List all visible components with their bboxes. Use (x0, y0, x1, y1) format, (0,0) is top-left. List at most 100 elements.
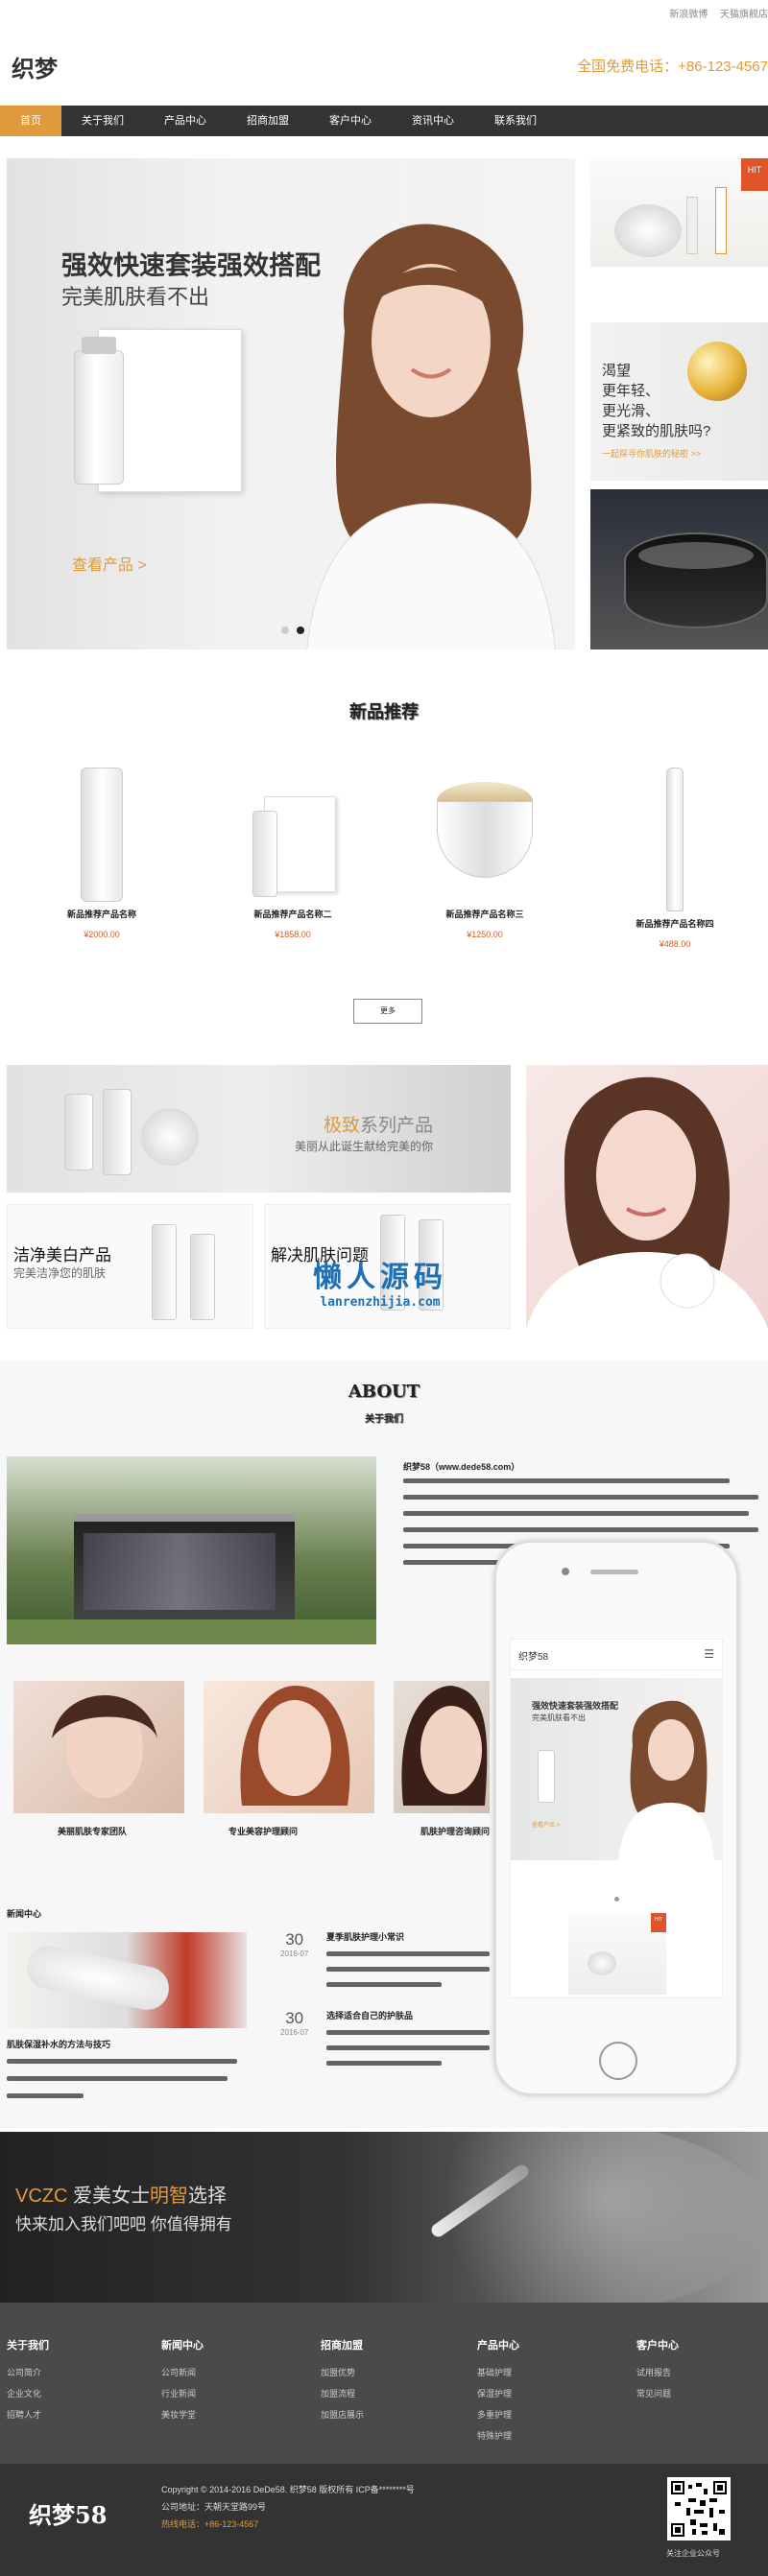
about-subtitle: 关于我们 (365, 1414, 403, 1425)
footer-link[interactable]: 保湿护理 (477, 2387, 519, 2399)
clean-title: 洁净美白产品 (13, 1246, 111, 1264)
series-banner[interactable]: 极致系列产品 美丽从此诞生献给完美的你 (7, 1065, 511, 1193)
watermark: 懒人源码 lanrenzhijia.com (313, 1262, 447, 1310)
footer-bottom: 织梦58 Copyright © 2014-2016 DeDe58. 织梦58 … (0, 2464, 768, 2576)
hero-cta-link[interactable]: 查看产品 > (72, 552, 147, 575)
footer-col-products: 产品中心 基础护理 保湿护理 多重护理 特殊护理 (477, 2340, 519, 2442)
phone-hero[interactable]: 强效快速套装强效搭配 完美肌肤看不出 查看产品 > (511, 1678, 722, 1860)
hero-subtitle: 完美肌肤看不出 (61, 285, 210, 309)
top-links: 新浪微博 天猫旗舰店 (660, 6, 768, 20)
news-label: 新闻中心 (7, 1909, 42, 1919)
products-title: 新品推荐 (349, 702, 419, 721)
tmall-link[interactable]: 天猫旗舰店 (720, 10, 768, 20)
model-photo (306, 224, 556, 650)
site-logo[interactable]: 织梦 (12, 50, 58, 83)
more-products-button[interactable]: 更多 (353, 999, 422, 1024)
footer-col-about: 关于我们 公司简介 企业文化 招聘人才 (7, 2340, 49, 2421)
promo-headline: VCZC 爱美女士明智选择 (15, 2186, 228, 2207)
news-date: 30 2016-07 (280, 1930, 309, 1958)
hit-badge: HIT (741, 158, 768, 191)
clean-banner[interactable]: 洁净美白产品 完美洁净您的肌肤 (7, 1204, 253, 1329)
nav-item-home[interactable]: 首页 (0, 106, 61, 136)
nav-item-franchise[interactable]: 招商加盟 (227, 106, 309, 136)
footer-link[interactable]: 行业新闻 (161, 2387, 204, 2399)
product-price: ¥2000.00 (84, 930, 120, 939)
product-price: ¥1250.00 (467, 930, 503, 939)
series-subtitle: 美丽从此诞生献给完美的你 (295, 1140, 434, 1153)
menu-icon[interactable]: ☰ (704, 1647, 714, 1661)
nav-item-about[interactable]: 关于我们 (61, 106, 144, 136)
nav-item-products[interactable]: 产品中心 (144, 106, 227, 136)
side-banner-3[interactable] (590, 489, 768, 650)
team-caption: 专业美容护理顾问 (228, 1827, 299, 1836)
footer-col-customers: 客户中心 试用报告 常见问题 (636, 2340, 679, 2399)
product-name[interactable]: 新品推荐产品名称 (44, 908, 159, 920)
footer-link[interactable]: 试用报告 (636, 2366, 679, 2378)
side-banner-1[interactable]: HIT (590, 158, 768, 267)
team-photo[interactable] (13, 1681, 184, 1813)
side-banner-2[interactable]: 渴望 更年轻、 更光滑、 更紧致的肌肤吗? 一起探寻你肌肤的秘密 >> (590, 322, 768, 481)
news-item-title[interactable]: 夏季肌肤护理小常识 (326, 1930, 404, 1943)
product-card[interactable]: 新品推荐产品名称三 ¥1250.00 (427, 768, 542, 939)
footer-link[interactable]: 特殊护理 (477, 2429, 519, 2442)
footer-link[interactable]: 常见问题 (636, 2387, 679, 2399)
footer-col-news: 新闻中心 公司新闻 行业新闻 美妆学堂 (161, 2340, 204, 2421)
nav-item-contact[interactable]: 联系我们 (474, 106, 557, 136)
about-building-photo (7, 1456, 376, 1644)
promo-subline: 快来加入我们吧吧 你值得拥有 (15, 2215, 232, 2233)
footer-link[interactable]: 基础护理 (477, 2366, 519, 2378)
news-feature-photo[interactable] (7, 1932, 247, 2028)
weibo-link[interactable]: 新浪微博 (669, 10, 708, 20)
phone-mockup: 织梦58 ☰ 强效快速套装强效搭配 完美肌肤看不出 查看产品 > HIT (493, 1540, 739, 2096)
product-card[interactable]: 新品推荐产品名称 ¥2000.00 (44, 768, 159, 939)
news-item-title[interactable]: 选择适合自己的护肤品 (326, 2009, 413, 2021)
footer-link[interactable]: 加盟流程 (321, 2387, 364, 2399)
footer-col-franchise: 招商加盟 加盟优势 加盟流程 加盟店展示 (321, 2340, 365, 2421)
hero-slider[interactable]: 强效快速套装强效搭配 完美肌肤看不出 查看产品 > (7, 158, 575, 650)
footer-hotline: 热线电话：+86-123-4567 (161, 2519, 259, 2529)
team-caption: 美丽肌肤专家团队 (58, 1827, 128, 1836)
model-banner[interactable] (526, 1065, 768, 1329)
hotline: 全国免费电话：+86-123-4567 (577, 59, 768, 75)
product-price: ¥1858.00 (275, 930, 311, 939)
product-price: ¥488.00 (659, 939, 691, 949)
footer-link[interactable]: 公司简介 (7, 2366, 49, 2378)
clean-subtitle: 完美洁净您的肌肤 (13, 1266, 107, 1280)
footer-link[interactable]: 多重护理 (477, 2408, 519, 2421)
product-name[interactable]: 新品推荐产品名称三 (427, 908, 542, 920)
slider-dot-1[interactable] (281, 626, 289, 634)
phone-screen: 织梦58 ☰ 强效快速套装强效搭配 完美肌肤看不出 查看产品 > HIT (510, 1639, 723, 1998)
footer-link[interactable]: 企业文化 (7, 2387, 49, 2399)
product-name[interactable]: 新品推荐产品名称二 (235, 908, 350, 920)
footer-link[interactable]: 美妆学堂 (161, 2408, 204, 2421)
slider-dot-2[interactable] (297, 626, 304, 634)
side-banner-link[interactable]: 一起探寻你肌肤的秘密 >> (602, 447, 701, 460)
address: 公司地址：天朝天堂路99号 (161, 2502, 267, 2512)
team-photo[interactable] (204, 1681, 374, 1813)
phone-home-button (599, 2042, 637, 2080)
news-feature-title[interactable]: 肌肤保湿补水的方法与技巧 (7, 2038, 110, 2050)
promo-banner[interactable]: VCZC 爱美女士明智选择 快来加入我们吧吧 你值得拥有 (0, 2132, 768, 2303)
phone-logo: 织梦58 (518, 1652, 549, 1663)
footer-link[interactable]: 招聘人才 (7, 2408, 49, 2421)
product-name[interactable]: 新品推荐产品名称四 (617, 917, 732, 930)
footer: 关于我们 公司简介 企业文化 招聘人才 新闻中心 公司新闻 行业新闻 美妆学堂 … (0, 2303, 768, 2576)
qr-caption: 关注企业公众号 (666, 2549, 720, 2558)
nav-item-customers[interactable]: 客户中心 (309, 106, 392, 136)
about-title: ABOUT (348, 1382, 420, 1402)
hero-title: 强效快速套装强效搭配 (61, 251, 321, 280)
nav-item-news[interactable]: 资讯中心 (392, 106, 474, 136)
qr-code-image (667, 2477, 731, 2541)
main-nav: 首页 关于我们 产品中心 招商加盟 客户中心 资讯中心 联系我们 (0, 106, 768, 136)
copyright: Copyright © 2014-2016 DeDe58. 织梦58 版权所有 … (161, 2485, 415, 2494)
footer-link[interactable]: 公司新闻 (161, 2366, 204, 2378)
footer-link[interactable]: 加盟店展示 (321, 2408, 364, 2421)
product-card[interactable]: 新品推荐产品名称四 ¥488.00 (617, 768, 732, 949)
team-photo[interactable] (394, 1681, 490, 1813)
model-banner-photo (526, 1076, 768, 1329)
news-date: 30 2016-07 (280, 2009, 309, 2037)
product-card[interactable]: 新品推荐产品名称二 ¥1858.00 (235, 768, 350, 939)
footer-logo: 织梦58 (29, 2501, 108, 2529)
product-bottle-image (74, 350, 124, 484)
footer-link[interactable]: 加盟优势 (321, 2366, 364, 2378)
